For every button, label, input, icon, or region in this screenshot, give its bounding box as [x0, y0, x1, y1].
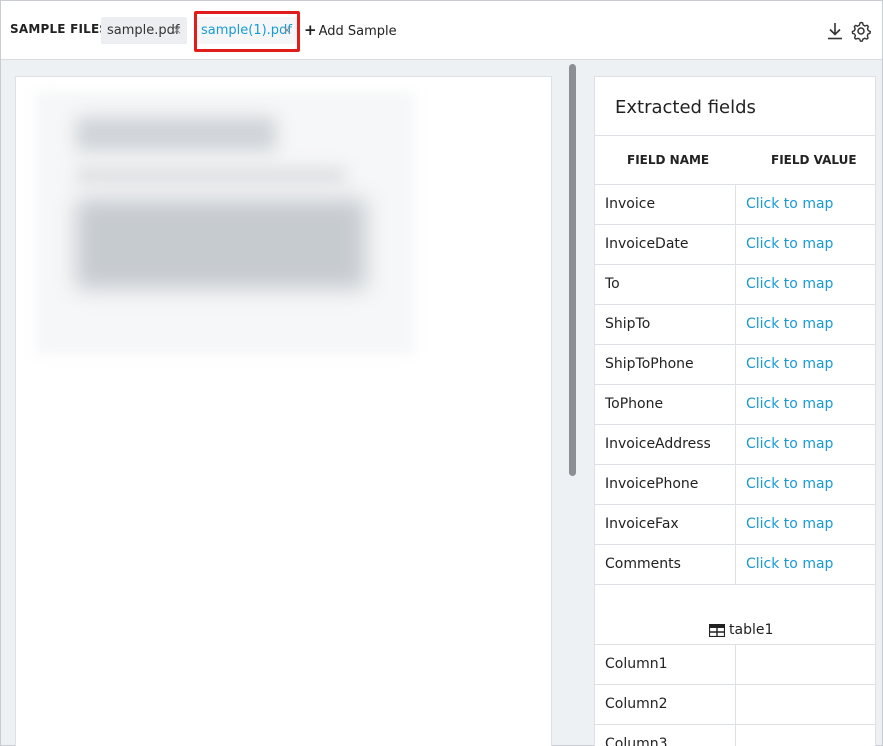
extracted-fields-panel: Extracted fields FIELD NAME FIELD VALUE …: [594, 76, 876, 746]
field-row: InvoicePhone Click to map: [595, 465, 875, 505]
field-row: InvoiceDate Click to map: [595, 225, 875, 265]
field-value-cell[interactable]: Click to map: [735, 545, 875, 584]
field-name: ShipTo: [605, 316, 651, 332]
field-name: ToPhone: [605, 396, 664, 412]
click-to-map-link[interactable]: Click to map: [746, 316, 833, 332]
table-title: table1: [729, 622, 774, 638]
add-sample-button[interactable]: + Add Sample: [304, 21, 397, 39]
click-to-map-link[interactable]: Click to map: [746, 476, 833, 492]
field-row: To Click to map: [595, 265, 875, 305]
table-title-row: table1: [595, 585, 875, 645]
document-viewer[interactable]: [15, 76, 552, 746]
download-icon[interactable]: [824, 20, 846, 42]
blurred-content: [76, 167, 346, 183]
field-row: ShipTo Click to map: [595, 305, 875, 345]
field-name: Comments: [605, 556, 681, 572]
panel-title: Extracted fields: [615, 97, 756, 118]
field-row: Invoice Click to map: [595, 185, 875, 225]
column-row: Column1: [595, 645, 875, 685]
click-to-map-link[interactable]: Click to map: [746, 276, 833, 292]
click-to-map-link[interactable]: Click to map: [746, 396, 833, 412]
add-sample-label: Add Sample: [318, 24, 397, 39]
column-value-cell[interactable]: [735, 725, 875, 746]
field-value-header: FIELD VALUE: [771, 153, 857, 167]
field-name: ShipToPhone: [605, 356, 694, 372]
field-value-cell[interactable]: Click to map: [735, 465, 875, 504]
column-name: Column1: [605, 656, 668, 672]
field-value-cell[interactable]: Click to map: [735, 345, 875, 384]
field-name: Invoice: [605, 196, 656, 212]
top-toolbar: SAMPLE FILES: sample.pdf × sample(1).pdf…: [1, 1, 882, 60]
column-value-cell[interactable]: [735, 685, 875, 724]
table-icon: [709, 624, 725, 637]
selection-highlight: [194, 11, 300, 52]
column-name: Column3: [605, 736, 668, 746]
field-row: ShipToPhone Click to map: [595, 345, 875, 385]
field-name: InvoicePhone: [605, 476, 699, 492]
field-value-cell[interactable]: Click to map: [735, 505, 875, 544]
field-name: InvoiceDate: [605, 236, 689, 252]
table-header: FIELD NAME FIELD VALUE: [595, 135, 875, 185]
column-row: Column2: [595, 685, 875, 725]
click-to-map-link[interactable]: Click to map: [746, 236, 833, 252]
click-to-map-link[interactable]: Click to map: [746, 556, 833, 572]
blurred-content: [76, 199, 366, 289]
field-row: Comments Click to map: [595, 545, 875, 585]
column-value-cell[interactable]: [735, 645, 875, 684]
field-name: InvoiceAddress: [605, 436, 711, 452]
field-value-cell[interactable]: Click to map: [735, 425, 875, 464]
column-name: Column2: [605, 696, 668, 712]
click-to-map-link[interactable]: Click to map: [746, 516, 833, 532]
click-to-map-link[interactable]: Click to map: [746, 436, 833, 452]
field-name: InvoiceFax: [605, 516, 679, 532]
blurred-content: [76, 117, 276, 151]
field-value-cell[interactable]: Click to map: [735, 305, 875, 344]
field-value-cell[interactable]: Click to map: [735, 385, 875, 424]
close-icon[interactable]: ×: [172, 17, 182, 44]
field-name: To: [605, 276, 620, 292]
click-to-map-link[interactable]: Click to map: [746, 196, 833, 212]
field-row: ToPhone Click to map: [595, 385, 875, 425]
field-row: InvoiceFax Click to map: [595, 505, 875, 545]
field-value-cell[interactable]: Click to map: [735, 185, 875, 224]
field-value-cell[interactable]: Click to map: [735, 265, 875, 304]
sample-tab-1[interactable]: sample.pdf ×: [101, 17, 187, 44]
plus-icon: +: [304, 21, 317, 39]
field-row: InvoiceAddress Click to map: [595, 425, 875, 465]
gear-icon[interactable]: [850, 20, 872, 42]
field-name-header: FIELD NAME: [627, 153, 710, 167]
viewer-scrollbar[interactable]: [569, 64, 576, 476]
sample-files-label: SAMPLE FILES:: [10, 22, 114, 36]
click-to-map-link[interactable]: Click to map: [746, 356, 833, 372]
column-row: Column3: [595, 725, 875, 746]
field-value-cell[interactable]: Click to map: [735, 225, 875, 264]
sample-tab-label: sample.pdf: [107, 23, 180, 38]
